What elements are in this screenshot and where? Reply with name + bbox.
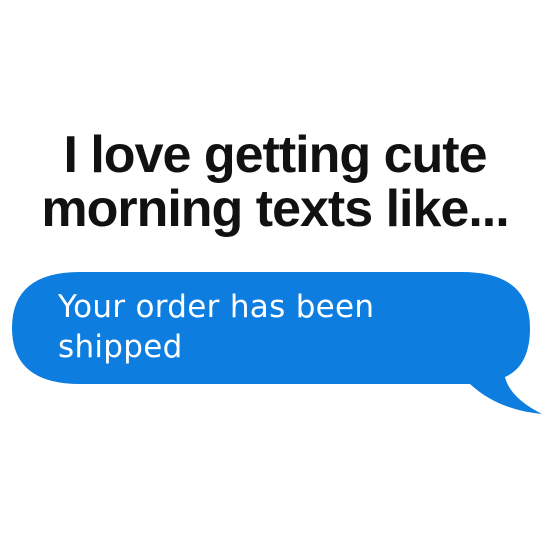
message-text: Your order has been shipped (58, 289, 375, 365)
message-bubble-shape (12, 272, 542, 414)
message-bubble: Your order has been shipped (0, 0, 550, 550)
